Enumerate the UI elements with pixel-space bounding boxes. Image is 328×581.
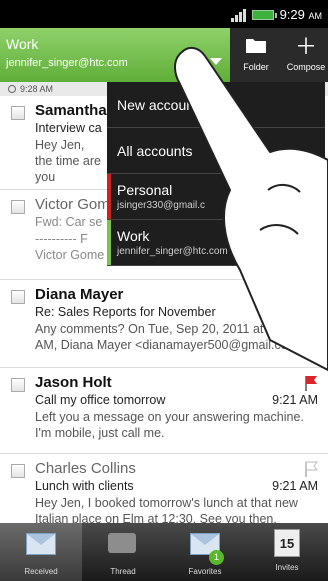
menu-item-all-accounts[interactable]: All accounts — [107, 128, 325, 174]
sync-time: 9:28 AM — [20, 84, 54, 94]
menu-item-personal[interactable]: Personal jsinger330@gmail.c — [107, 174, 325, 220]
plus-icon: ＋ — [294, 34, 317, 59]
status-time-ampm: AM — [308, 11, 323, 21]
select-checkbox[interactable] — [11, 464, 25, 478]
battery-icon — [251, 9, 277, 20]
envelope-icon — [26, 533, 56, 563]
menu-item-label: Personal — [117, 182, 173, 198]
message-subject: Call my office tomorrow — [35, 393, 166, 407]
menu-item-label: Work — [117, 228, 150, 244]
message-snippet: ---------- F Victor Gome — [35, 232, 105, 262]
flag-icon[interactable] — [304, 375, 318, 391]
tab-label: Invites — [275, 563, 299, 572]
message-sender: Diana Mayer — [35, 286, 124, 303]
menu-item-new-account[interactable]: New account — [107, 82, 325, 128]
message-subject: Re: Sales Reports for November — [35, 305, 216, 319]
chat-bubble-icon — [108, 533, 138, 563]
message-snippet: Left you a message on your answering mac… — [35, 410, 304, 440]
status-bar: 9:29 AM — [0, 0, 328, 28]
tab-invites[interactable]: 15 Invites — [246, 523, 328, 581]
flag-outline-icon[interactable] — [304, 461, 318, 477]
calendar-icon: 15 — [272, 529, 302, 559]
status-time-value: 9:29 — [279, 7, 305, 22]
status-indicators: 9:29 AM — [230, 7, 322, 22]
compose-label: Compose — [286, 62, 326, 72]
message-subject: Interview ca — [35, 121, 102, 135]
tab-label: Thread — [110, 567, 136, 576]
favorites-badge: 1 — [209, 550, 224, 565]
calendar-date: 15 — [274, 529, 300, 557]
select-checkbox[interactable] — [11, 106, 25, 120]
folder-icon — [232, 32, 280, 62]
menu-item-email: jsinger330@gmail.c — [117, 200, 205, 211]
menu-item-label: New account — [117, 96, 198, 113]
account-email: jennifer_singer@htc.com — [6, 57, 128, 69]
account-selector[interactable]: Work jennifer_singer@htc.com — [0, 28, 230, 82]
account-dropdown: New account All accounts Personal jsinge… — [107, 82, 325, 266]
mail-header: Work jennifer_singer@htc.com Folder ＋ Co… — [0, 28, 328, 82]
status-time: 9:29 AM — [280, 7, 322, 22]
bottom-tab-bar: Received Thread 1 Favorites 15 Invites — [0, 523, 328, 581]
account-name: Work — [6, 36, 39, 52]
list-item[interactable]: Diana Mayer Re: Sales Reports for Novemb… — [0, 280, 328, 368]
signal-icon — [230, 8, 246, 22]
message-time: 9:21 AM — [272, 479, 318, 493]
tab-favorites[interactable]: 1 Favorites — [164, 523, 246, 581]
message-snippet: Any comments? On Tue, Sep 20, 2011 at 10… — [35, 322, 306, 352]
tab-received[interactable]: Received — [0, 523, 82, 581]
sync-icon — [8, 85, 16, 93]
tab-thread[interactable]: Thread — [82, 523, 164, 581]
select-checkbox[interactable] — [11, 378, 25, 392]
tab-label: Received — [24, 567, 58, 576]
folder-button[interactable]: Folder — [232, 28, 280, 82]
list-item[interactable]: Jason Holt Call my office tomorrow 9:21 … — [0, 368, 328, 454]
list-item[interactable]: Charles Collins Lunch with clients 9:21 … — [0, 454, 328, 526]
message-sender: Charles Collins — [35, 460, 136, 477]
menu-item-email: jennifer_singer@htc.com — [117, 246, 228, 257]
select-checkbox[interactable] — [11, 290, 25, 304]
message-subject: Fwd: Car se — [35, 215, 103, 229]
message-snippet: Hey Jen, the time are you — [35, 138, 102, 184]
star-envelope-icon: 1 — [190, 533, 224, 565]
menu-item-label: All accounts — [117, 142, 193, 159]
tab-label: Favorites — [188, 567, 222, 576]
message-subject: Lunch with clients — [35, 479, 134, 493]
message-time: 9:21 AM — [272, 393, 318, 407]
message-sender: Jason Holt — [35, 374, 112, 391]
chevron-down-icon — [210, 58, 222, 65]
folder-label: Folder — [243, 62, 269, 72]
select-checkbox[interactable] — [11, 200, 25, 214]
compose-button[interactable]: ＋ Compose — [282, 28, 328, 82]
message-time: 9:22 AM — [272, 305, 318, 319]
menu-item-work[interactable]: Work jennifer_singer@htc.com — [107, 220, 325, 266]
